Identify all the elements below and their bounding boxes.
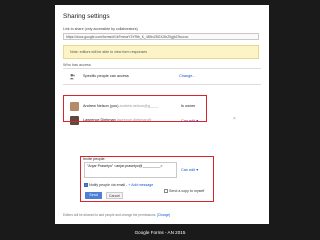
share-link-label: Link to share (only accessible by collab… xyxy=(63,27,138,31)
chevron-down-icon: ▾ xyxy=(196,168,199,172)
footer-note: Editors will be allowed to add people an… xyxy=(63,213,170,217)
send-copy-label: Send a copy to myself xyxy=(169,189,205,193)
editor-note: Note: editors will be able to view form … xyxy=(63,45,259,59)
dialog-title: Sharing settings xyxy=(63,13,110,20)
send-copy-checkbox[interactable] xyxy=(164,189,168,193)
invite-permission-dropdown[interactable]: Can edit ▾ xyxy=(181,167,198,172)
divider xyxy=(63,68,261,69)
general-access-row: Specific people can access Change... xyxy=(65,71,261,83)
cancel-button[interactable]: Cancel xyxy=(106,192,123,199)
footer-change-link[interactable]: [Change] xyxy=(157,213,170,217)
who-has-access-heading: Who has access xyxy=(63,63,91,67)
share-link-field[interactable]: https://docs.google.com/forms/d/1kFmmaY3… xyxy=(63,33,259,40)
invite-people-input[interactable]: "Anjar Prasetyo" <anjar.prasetyo@_______… xyxy=(84,162,177,178)
change-access-link[interactable]: Change... xyxy=(179,74,195,78)
footer-text: Editors will be allowed to add people an… xyxy=(63,213,157,217)
divider xyxy=(63,84,261,85)
general-access-label: Specific people can access xyxy=(83,74,129,78)
people-icon xyxy=(69,73,76,80)
add-message-link[interactable]: + Add message xyxy=(128,183,153,187)
slide-caption: Google Forms - AN 2015 xyxy=(134,230,186,235)
people-highlight-box xyxy=(63,95,207,122)
notify-label: Notify people via email - + Add message xyxy=(89,183,153,187)
notify-text: Notify people via email - xyxy=(89,183,128,187)
invite-label: Invite people: xyxy=(83,157,106,161)
send-button[interactable]: Send xyxy=(85,192,102,199)
notify-checkbox[interactable] xyxy=(84,183,88,187)
invite-permission-label: Can edit xyxy=(181,168,196,172)
remove-person-icon[interactable]: × xyxy=(233,116,236,122)
